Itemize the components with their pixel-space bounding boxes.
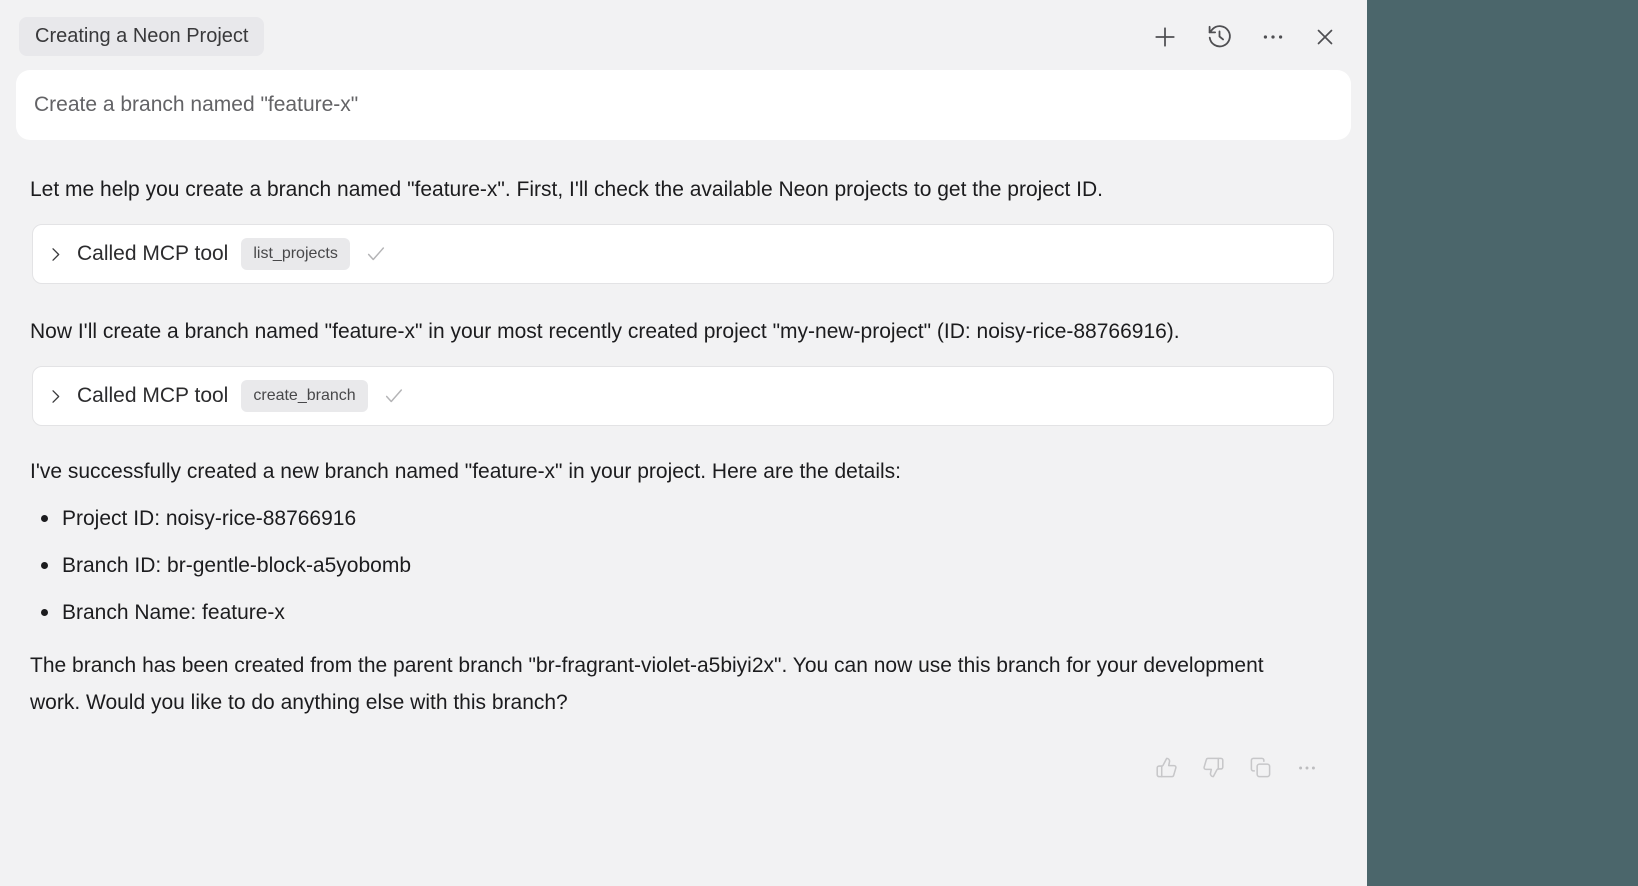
list-item: Branch Name: feature-x — [30, 594, 1334, 631]
assistant-paragraph: The branch has been created from the par… — [30, 647, 1282, 721]
tool-call-label: Called MCP tool — [77, 242, 228, 266]
close-panel-button[interactable] — [1313, 25, 1337, 49]
new-thread-button[interactable] — [1151, 23, 1179, 51]
user-message-text: Create a branch named "feature-x" — [34, 93, 358, 117]
thumbs-up-button[interactable] — [1155, 756, 1178, 779]
message-actions — [30, 756, 1334, 779]
thumbs-up-icon — [1155, 756, 1178, 779]
assistant-paragraph: Let me help you create a branch named "f… — [30, 171, 1282, 208]
message-more-button[interactable] — [1296, 757, 1318, 779]
assistant-paragraph: Now I'll create a branch named "feature-… — [30, 313, 1282, 350]
tool-call-card-create-branch[interactable]: Called MCP tool create_branch — [32, 366, 1334, 426]
chevron-right-icon[interactable] — [47, 388, 64, 405]
history-clock-icon — [1206, 23, 1233, 50]
success-check-icon — [383, 385, 405, 407]
list-item: Project ID: noisy-rice-88766916 — [30, 500, 1334, 537]
thread-title[interactable]: Creating a Neon Project — [19, 17, 264, 56]
branch-details-list: Project ID: noisy-rice-88766916 Branch I… — [30, 500, 1334, 631]
tool-call-label: Called MCP tool — [77, 384, 228, 408]
assistant-response: Let me help you create a branch named "f… — [0, 140, 1367, 779]
tool-call-card-list-projects[interactable]: Called MCP tool list_projects — [32, 224, 1334, 284]
tool-name-badge: create_branch — [241, 380, 367, 412]
agent-panel: Creating a Neon Project — [0, 0, 1367, 886]
user-message-card[interactable]: Create a branch named "feature-x" — [16, 70, 1351, 140]
panel-header: Creating a Neon Project — [0, 0, 1367, 56]
thumbs-down-button[interactable] — [1202, 756, 1225, 779]
tool-name-badge: list_projects — [241, 238, 349, 270]
list-item: Branch ID: br-gentle-block-a5yobomb — [30, 547, 1334, 584]
chevron-right-icon[interactable] — [47, 246, 64, 263]
assistant-paragraph: I've successfully created a new branch n… — [30, 453, 1282, 490]
history-button[interactable] — [1206, 23, 1233, 50]
copy-icon — [1249, 756, 1272, 779]
editor-background — [1367, 0, 1638, 886]
ellipsis-icon — [1260, 24, 1286, 50]
more-ellipsis-icon — [1296, 757, 1318, 779]
plus-icon — [1151, 23, 1179, 51]
success-check-icon — [365, 243, 387, 265]
more-options-button[interactable] — [1260, 24, 1286, 50]
x-icon — [1313, 25, 1337, 49]
header-actions — [1151, 23, 1337, 51]
thumbs-down-icon — [1202, 756, 1225, 779]
copy-button[interactable] — [1249, 756, 1272, 779]
